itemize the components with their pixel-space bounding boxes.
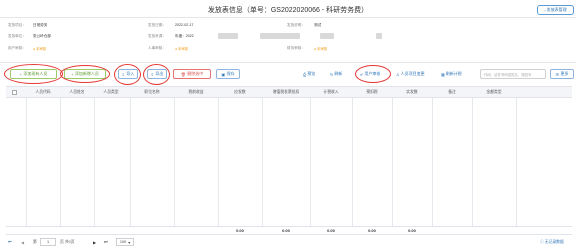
column-divider: [26, 98, 27, 226]
hr-audit-status: ● 未审核: [175, 47, 189, 51]
first-page-button[interactable]: ⏮: [8, 240, 11, 244]
preview-button[interactable]: ⎙ 预览: [303, 71, 315, 77]
issue-source-value: 年度：2022: [175, 34, 194, 38]
redacted-block: [376, 33, 382, 39]
column-divider: [174, 98, 175, 226]
column-divider: [432, 98, 433, 226]
page-title: 发放表信息（单号：GS2022020066 - 科研劳务费）: [207, 7, 369, 14]
column-header[interactable]: 人员姓名: [60, 87, 94, 98]
redacted-block: [260, 33, 300, 39]
total-taxable-income: 0.00: [327, 228, 335, 233]
search-input[interactable]: 代码、证件号码或姓名，按回车: [480, 69, 546, 79]
table-header: 人员代码 人员姓名 人员类型 职位名称 税前收益 应发数 增值税发票抵扣 计税收…: [6, 86, 572, 98]
info-icon: ⓘ: [540, 240, 544, 244]
calculator-icon: ▦: [441, 71, 445, 77]
total-vat-deduction: 0.00: [282, 228, 290, 233]
issue-date-label: 发放日期：: [148, 23, 166, 27]
chevron-down-icon: ▾: [128, 240, 131, 245]
column-divider: [516, 98, 517, 226]
column-divider: [352, 98, 353, 226]
print-icon: ⎙: [303, 71, 307, 77]
next-page-button[interactable]: ▶: [93, 240, 96, 245]
column-header[interactable]: 预扣税: [352, 87, 392, 98]
title-divider: [0, 17, 576, 18]
column-divider: [94, 98, 95, 226]
prev-page-button[interactable]: ◀: [21, 240, 24, 245]
highlight-circle: [143, 64, 170, 85]
total-withholding-tax: 0.00: [368, 228, 376, 233]
column-header[interactable]: 金额类型: [472, 87, 516, 98]
user-audit-label: 用户审核：: [8, 46, 26, 50]
save-button[interactable]: ▣ 保存: [216, 69, 240, 79]
issue-note-value: 测试: [314, 23, 322, 27]
column-header[interactable]: 职位名称: [130, 87, 174, 98]
totals-row: 0.00 0.00 0.00 0.00 0.00: [6, 226, 572, 235]
empty-status-text: 无记录数据: [544, 240, 564, 244]
column-divider: [392, 98, 393, 226]
total-payable: 0.00: [236, 228, 244, 233]
redacted-block: [218, 33, 238, 39]
highlight-circle: [355, 65, 391, 83]
refresh-button[interactable]: ↻ 刷新: [330, 71, 342, 77]
save-label: 保存: [226, 71, 235, 76]
trash-icon: 🗑: [180, 71, 186, 77]
more-label: 更多: [560, 71, 569, 76]
delete-label: 删除选中: [187, 71, 204, 76]
total-net-pay: 0.00: [408, 228, 416, 233]
column-header[interactable]: 人员代码: [26, 87, 60, 98]
tax-refresh-label: 刷新计税: [445, 71, 462, 76]
page-size-value: 100: [119, 240, 127, 244]
column-divider: [130, 98, 131, 226]
page-suffix: 页 共0页: [60, 240, 75, 244]
issue-source-label: 发放来源：: [148, 34, 166, 38]
column-header[interactable]: 备注: [432, 87, 472, 98]
column-header[interactable]: 增值税发票抵扣: [262, 87, 310, 98]
column-divider: [310, 98, 311, 226]
column-header[interactable]: 实发数: [392, 87, 432, 98]
save-icon: ▣: [221, 71, 226, 77]
column-header[interactable]: 应发数: [218, 87, 262, 98]
issue-item-value: 日常劳务: [33, 23, 48, 27]
page-size-select[interactable]: 100 ▾: [116, 238, 134, 246]
issue-unit-label: 发放单位：: [8, 34, 26, 38]
person-change-label: 人员项目变更: [400, 71, 425, 76]
column-divider: [218, 98, 219, 226]
refresh-icon: ↻: [330, 71, 334, 77]
person-icon: ♙: [396, 71, 400, 77]
column-header[interactable]: 人员类型: [94, 87, 128, 98]
more-button[interactable]: ☰ 更多: [550, 69, 574, 79]
select-all-checkbox[interactable]: [12, 90, 17, 95]
highlight-circle: [4, 64, 63, 84]
issue-unit-value: 张公岭仓部: [33, 34, 51, 38]
issue-date-value: 2022-02-17: [175, 23, 194, 27]
column-divider: [262, 98, 263, 226]
back-button-label: 发放表管理: [546, 7, 567, 12]
issue-note-label: 发放说明：: [287, 23, 305, 27]
hr-audit-label: 人事审核：: [148, 46, 166, 50]
chevron-left-icon: ‹: [544, 7, 546, 13]
person-change-button[interactable]: ♙ 人员项目变更: [396, 71, 425, 77]
tax-refresh-button[interactable]: ▦ 刷新计税: [441, 71, 462, 77]
menu-icon: ☰: [555, 71, 560, 77]
empty-status: ⓘ 无记录数据: [540, 240, 564, 245]
highlight-circle: [60, 65, 110, 83]
refresh-label: 刷新: [334, 71, 343, 76]
user-audit-status: ● 未审核: [33, 47, 47, 51]
column-divider: [472, 98, 473, 226]
finance-audit-status: ● 未审核: [314, 47, 328, 51]
page-prefix: 第: [33, 240, 37, 244]
highlight-circle: [114, 64, 141, 85]
delete-selected-button[interactable]: 🗑 删除选中: [173, 69, 211, 79]
column-divider: [60, 98, 61, 226]
column-header[interactable]: 计税收入: [310, 87, 352, 98]
back-to-list-button[interactable]: ‹ 发放表管理: [537, 5, 574, 15]
redacted-block: [320, 33, 334, 39]
toolbar-divider: [0, 62, 576, 63]
last-page-button[interactable]: ⏭: [104, 240, 107, 244]
issue-item-label: 发放项目：: [8, 23, 26, 27]
preview-label: 预览: [307, 71, 316, 76]
finance-audit-label: 财务审核：: [287, 46, 305, 50]
column-header[interactable]: 税前收益: [174, 87, 218, 98]
page-number-input[interactable]: 1: [40, 238, 56, 246]
